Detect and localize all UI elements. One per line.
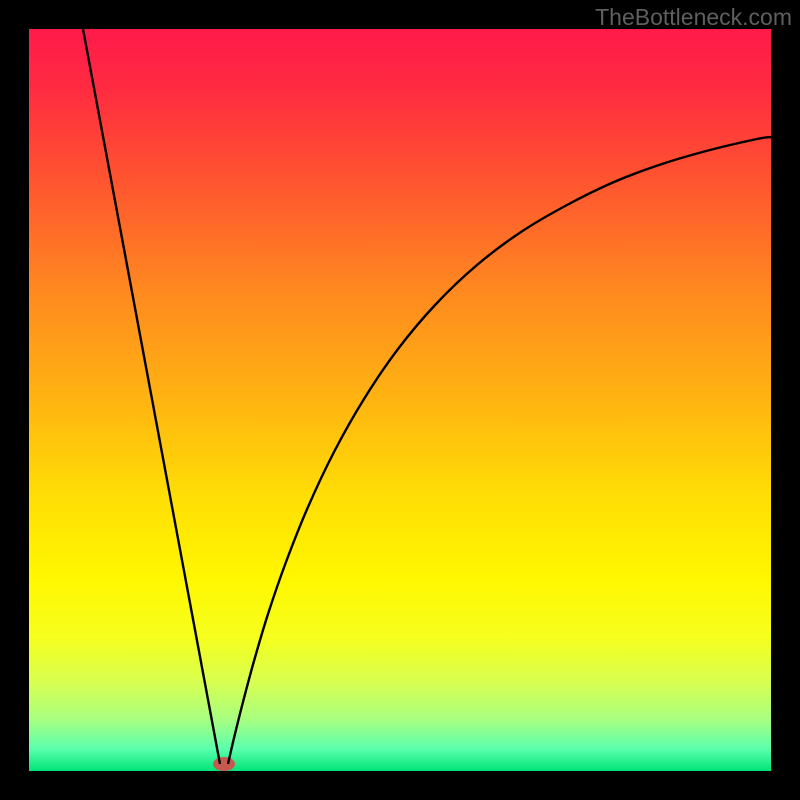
optimum-marker (213, 757, 235, 771)
bottleneck-chart (29, 29, 771, 771)
watermark-text: TheBottleneck.com (595, 4, 792, 31)
gradient-background (29, 29, 771, 771)
chart-frame (29, 29, 771, 771)
